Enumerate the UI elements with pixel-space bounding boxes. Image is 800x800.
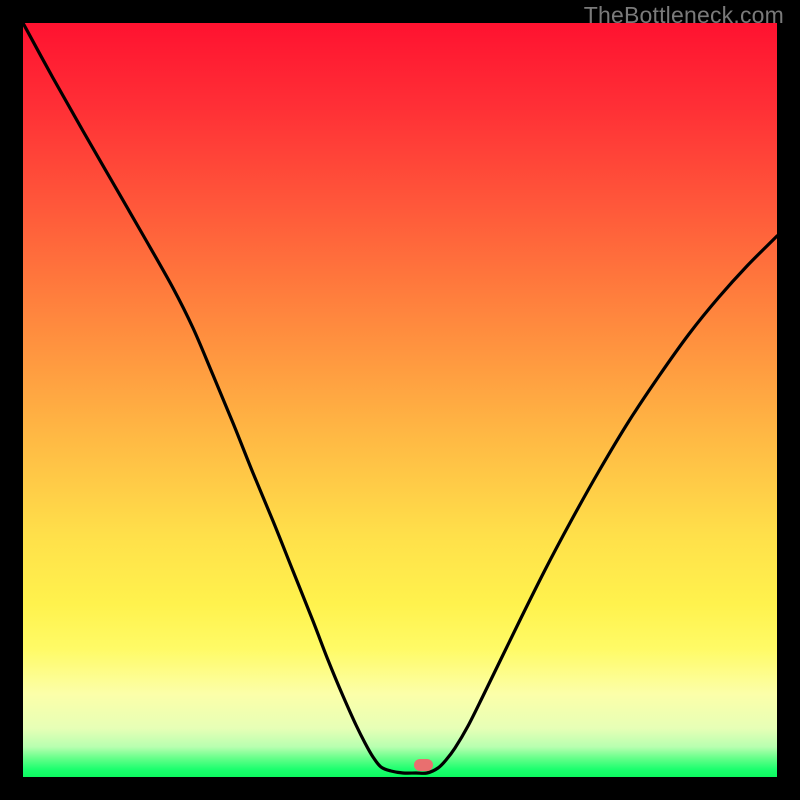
chart-stage: TheBottleneck.com (0, 0, 800, 800)
curve-path (23, 23, 777, 773)
minimum-marker (414, 759, 433, 771)
plot-area (23, 23, 777, 777)
watermark-text: TheBottleneck.com (584, 2, 784, 29)
bottleneck-curve (23, 23, 777, 777)
